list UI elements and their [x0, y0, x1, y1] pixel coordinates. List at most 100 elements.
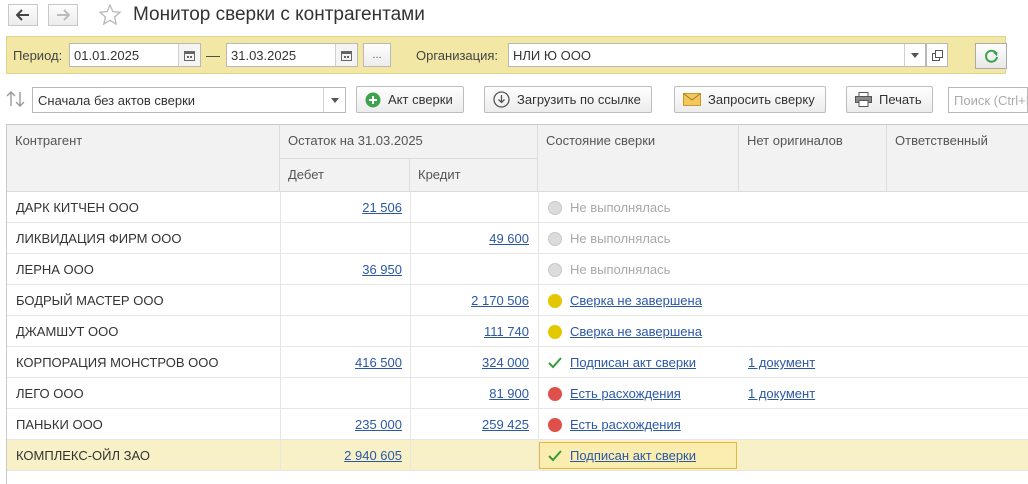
credit-value[interactable]: 111 740: [484, 316, 529, 347]
refresh-button[interactable]: [975, 43, 1007, 69]
load-by-link-label: Загрузить по ссылке: [517, 92, 641, 107]
back-button[interactable]: [8, 4, 38, 26]
table-row[interactable]: ЛИКВИДАЦИЯ ФИРМ ООО 49 600 Не выполнялась: [7, 223, 1028, 254]
table-row[interactable]: ДЖАМШУТ ООО 111 740 Сверка не завершена: [7, 316, 1028, 347]
date-from-calendar-button[interactable]: [178, 43, 201, 67]
printer-icon: [855, 92, 872, 107]
reconciliation-table: Контрагент Остаток на 31.03.2025 Дебет К…: [6, 124, 1028, 484]
date-from-value: 01.01.2025: [74, 48, 140, 63]
status-label: Не выполнялась: [570, 200, 671, 215]
envelope-icon: [683, 93, 701, 106]
sort-icon[interactable]: [6, 90, 26, 108]
column-divider: [280, 254, 281, 285]
no-originals-link[interactable]: 1 документ: [748, 378, 815, 409]
title-bar: Монитор сверки с контрагентами: [0, 0, 1028, 32]
act-button[interactable]: Акт сверки: [356, 86, 464, 113]
status-cell: Не выполнялась: [548, 192, 670, 223]
red-status-dot-icon: [548, 417, 562, 432]
load-by-link-button[interactable]: Загрузить по ссылке: [484, 86, 652, 113]
no-originals-link[interactable]: 1 документ: [748, 347, 815, 378]
organization-dropdown-button[interactable]: [904, 43, 926, 67]
period-dash: —: [206, 47, 220, 63]
header-status[interactable]: Состояние сверки: [538, 125, 739, 192]
table-row[interactable]: ПАНЬКИ ООО 235 000 259 425 Есть расхождения: [7, 409, 1028, 440]
column-divider: [280, 347, 281, 378]
organization-field[interactable]: НЛИ Ю ООО: [508, 43, 948, 67]
status-label[interactable]: Сверка не завершена: [570, 324, 702, 339]
column-divider: [538, 378, 539, 409]
column-divider: [410, 254, 411, 285]
column-divider: [410, 409, 411, 440]
status-label[interactable]: Подписан акт сверки: [570, 355, 696, 370]
act-button-label: Акт сверки: [388, 92, 453, 107]
date-to-calendar-button[interactable]: [335, 43, 358, 67]
organization-open-button[interactable]: [926, 43, 948, 67]
header-counterparty[interactable]: Контрагент: [7, 125, 280, 192]
header-responsible[interactable]: Ответственный: [887, 125, 1028, 192]
print-button[interactable]: Печать: [846, 86, 933, 113]
debit-value[interactable]: 36 950: [362, 254, 402, 285]
open-form-icon: [931, 49, 943, 61]
table-row[interactable]: ЛЕРНА ООО 36 950 Не выполнялась: [7, 254, 1028, 285]
table-row[interactable]: БОДРЫЙ МАСТЕР ООО 2 170 506 Сверка не заве…: [7, 285, 1028, 316]
header-debit[interactable]: Дебет: [280, 159, 410, 192]
column-divider: [280, 316, 281, 347]
counterparty-name: БОДРЫЙ МАСТЕР ООО: [16, 293, 164, 308]
column-divider: [538, 347, 539, 378]
debit-value[interactable]: 2 940 605: [344, 440, 402, 471]
arrow-left-icon: [16, 9, 29, 21]
column-divider: [410, 378, 411, 409]
check-icon: [548, 449, 562, 461]
debit-value[interactable]: 235 000: [355, 409, 402, 440]
date-to-value: 31.03.2025: [231, 48, 297, 63]
credit-value[interactable]: 324 000: [482, 347, 529, 378]
status-cell: Не выполнялась: [548, 223, 670, 254]
status-label[interactable]: Сверка не завершена: [570, 293, 702, 308]
column-divider: [538, 316, 539, 347]
table-row[interactable]: ЛЕГО ООО 81 900 Есть расхождения 1 документ: [7, 378, 1028, 409]
gray-status-dot-icon: [548, 231, 562, 246]
column-divider: [410, 285, 411, 316]
counterparty-name: КОРПОРАЦИЯ МОНСТРОВ ООО: [16, 355, 219, 370]
header-credit[interactable]: Кредит: [410, 159, 538, 192]
sort-dropdown-button[interactable]: [323, 88, 345, 112]
download-link-icon: [493, 91, 510, 108]
request-reconciliation-button[interactable]: Запросить сверку: [674, 86, 826, 113]
credit-value[interactable]: 2 170 506: [471, 285, 529, 316]
chevron-down-icon: [330, 97, 339, 103]
column-divider: [410, 440, 411, 471]
chevron-down-icon: [911, 52, 919, 58]
column-divider: [410, 192, 411, 223]
status-cell: Есть расхождения: [548, 409, 681, 440]
table-row[interactable]: ДАРК КИТЧЕН ООО 21 506 Не выполнялась: [7, 192, 1028, 223]
status-label[interactable]: Есть расхождения: [570, 386, 681, 401]
plus-circle-icon: [365, 92, 381, 107]
yellow-status-dot-icon: [548, 293, 562, 308]
period-select-label: ...: [372, 49, 382, 61]
period-select-button[interactable]: ...: [363, 43, 391, 67]
status-label[interactable]: Есть расхождения: [570, 417, 681, 432]
table-row[interactable]: КОМПЛЕКС-ОЙЛ ЗАО 2 940 605 Подписан акт св…: [7, 440, 1028, 471]
organization-label: Организация:: [416, 48, 499, 63]
sort-select-value: Сначала без актов сверки: [38, 93, 196, 108]
refresh-icon: [984, 49, 998, 63]
search-input[interactable]: Поиск (Ctrl+F): [948, 87, 1028, 113]
credit-value[interactable]: 81 900: [489, 378, 529, 409]
debit-value[interactable]: 21 506: [362, 192, 402, 223]
credit-value[interactable]: 49 600: [489, 223, 529, 254]
credit-value[interactable]: 259 425: [482, 409, 529, 440]
header-no-originals[interactable]: Нет оригиналов: [739, 125, 887, 192]
calendar-icon: [184, 50, 195, 61]
print-button-label: Печать: [879, 92, 922, 107]
table-row[interactable]: КОРПОРАЦИЯ МОНСТРОВ ООО 416 500 324 000 Под…: [7, 347, 1028, 378]
status-label[interactable]: Подписан акт сверки: [570, 448, 696, 463]
column-divider: [410, 223, 411, 254]
request-reconciliation-label: Запросить сверку: [708, 92, 815, 107]
star-icon[interactable]: [98, 3, 122, 27]
status-cell: Сверка не завершена: [548, 316, 702, 347]
column-divider: [280, 409, 281, 440]
status-cell: Сверка не завершена: [548, 285, 702, 316]
sort-select[interactable]: Сначала без актов сверки: [32, 87, 346, 113]
forward-button[interactable]: [48, 4, 78, 26]
debit-value[interactable]: 416 500: [355, 347, 402, 378]
